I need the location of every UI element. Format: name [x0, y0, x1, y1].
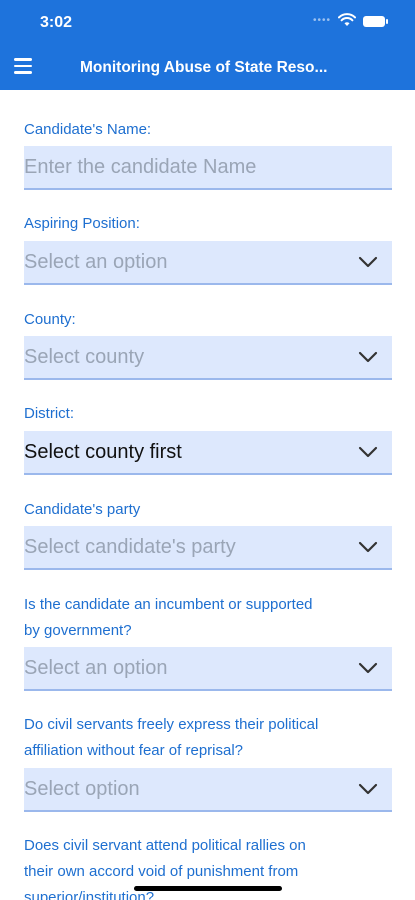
civil-express-value: Select option [24, 777, 140, 800]
civil-express-select[interactable]: Select option [24, 768, 392, 812]
battery-icon [363, 16, 388, 27]
civil-express-label-line2: affiliation without fear of reprisal? [24, 742, 244, 759]
aspiring-position-label: Aspiring Position: [24, 215, 140, 232]
civil-rallies-label-line1: Does civil servant attend political rall… [24, 837, 306, 854]
page-title: Monitoring Abuse of State Reso... [80, 59, 328, 76]
chevron-down-icon [358, 351, 378, 363]
district-label: District: [24, 405, 74, 422]
hamburger-icon[interactable] [14, 58, 36, 76]
civil-express-label-line1: Do civil servants freely express their p… [24, 716, 319, 733]
home-indicator[interactable] [134, 886, 282, 891]
chevron-down-icon [358, 541, 378, 553]
candidate-name-field[interactable]: Enter the candidate Name [24, 146, 392, 190]
chevron-down-icon [358, 783, 378, 795]
app-header: Monitoring Abuse of State Reso... [0, 44, 415, 90]
chevron-down-icon [358, 446, 378, 458]
candidate-name-label: Candidate's Name: [24, 121, 152, 138]
aspiring-position-select[interactable]: Select an option [24, 241, 392, 285]
district-value: Select county first [24, 440, 182, 463]
incumbent-label-line1: Is the candidate an incumbent or support… [24, 596, 313, 613]
incumbent-value: Select an option [24, 656, 168, 679]
candidate-name-placeholder: Enter the candidate Name [24, 155, 257, 178]
district-select[interactable]: Select county first [24, 431, 392, 475]
incumbent-label-line2: by government? [24, 622, 132, 639]
party-select[interactable]: Select candidate's party [24, 526, 392, 570]
incumbent-select[interactable]: Select an option [24, 647, 392, 691]
incumbent-label: Is the candidate an incumbent or support… [24, 592, 313, 644]
county-label: County: [24, 311, 76, 328]
party-label: Candidate's party [24, 501, 141, 518]
county-select[interactable]: Select county [24, 336, 392, 380]
party-value: Select candidate's party [24, 535, 236, 558]
civil-express-label: Do civil servants freely express their p… [24, 712, 318, 764]
status-bar: 3:02 •••• [0, 0, 415, 44]
county-value: Select county [24, 345, 145, 368]
aspiring-position-value: Select an option [24, 250, 168, 273]
chevron-down-icon [358, 662, 378, 674]
civil-rallies-label-line2: their own accord void of punishment from [24, 863, 299, 880]
chevron-down-icon [358, 256, 378, 268]
wifi-icon [338, 13, 356, 26]
signal-icon: •••• [313, 15, 332, 26]
status-time: 3:02 [40, 14, 73, 31]
